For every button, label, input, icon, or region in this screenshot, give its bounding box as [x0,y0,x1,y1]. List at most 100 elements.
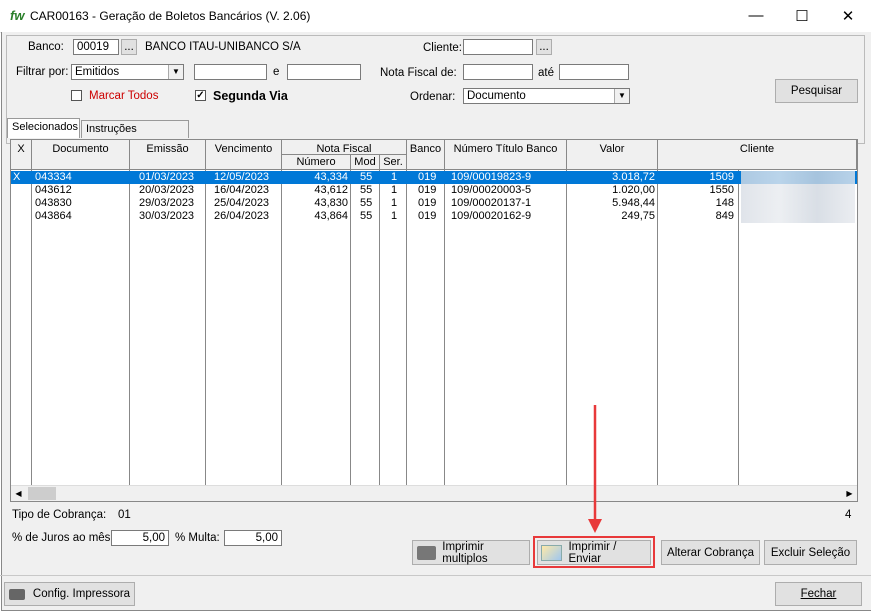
table-row[interactable]: 043864 30/03/2023 26/04/2023 43,864 55 1 019 10… [11,210,857,223]
title-bar: fw CAR00163 - Geração de Boletos Bancári… [0,0,871,33]
ate-label: até [538,67,554,79]
cell-numero: 43,864 [314,210,348,222]
cell-ser: 1 [391,210,398,222]
header-nota-fiscal[interactable]: Nota Fiscal [282,140,407,155]
header-numero[interactable]: Número [282,155,351,170]
redacted-client-name [741,184,855,197]
header-documento[interactable]: Documento [32,140,130,170]
juros-input[interactable]: 5,00 [111,530,169,546]
cell-banco: 019 [418,171,437,183]
cell-numero: 43,830 [314,197,348,209]
cell-titulo: 109/00020137-1 [451,197,532,209]
marcar-todos-checkbox[interactable] [71,90,82,101]
cell-mod: 55 [360,210,373,222]
cell-cliente: 1509 [709,171,734,183]
annotation-arrow-icon [588,405,602,533]
cell-cliente: 849 [715,210,734,222]
header-emissao[interactable]: Emissão [130,140,206,170]
boletos-table: X Documento Emissão Vencimento Nota Fisc… [10,139,858,502]
banco-code-input[interactable]: 00019 [73,39,119,55]
close-icon: ✕ [841,7,855,25]
envelope-icon [541,544,563,561]
cell-ser: 1 [391,171,398,183]
alterar-cobranca-button[interactable]: Alterar Cobrança [661,540,760,565]
chevron-down-icon: ▼ [614,89,629,103]
imprimir-multiplos-button[interactable]: Imprimir multiplos [412,540,530,565]
pesquisar-button[interactable]: Pesquisar [775,79,858,103]
header-cliente[interactable]: Cliente [658,140,857,170]
segunda-via-label[interactable]: Segunda Via [213,88,288,104]
scroll-right-icon[interactable]: ▶ [842,486,857,501]
ordenar-select[interactable]: Documento ▼ [463,88,630,104]
filtrar-de-input[interactable] [194,64,267,80]
marcar-todos-label[interactable]: Marcar Todos [89,88,158,104]
app-logo: fw [10,8,25,23]
cell-cliente: 1550 [709,184,734,196]
banco-browse-button[interactable]: ... [121,39,137,55]
footer-divider [0,575,871,576]
chevron-down-icon: ▼ [168,65,183,79]
table-row[interactable]: 043830 29/03/2023 25/04/2023 43,830 55 1 019 10… [11,197,857,210]
excluir-selecao-button[interactable]: Excluir Seleção [764,540,857,565]
cell-mod: 55 [360,171,373,183]
multa-label: % Multa: [175,532,220,544]
maximize-button[interactable]: ☐ [779,0,825,31]
cliente-input[interactable] [463,39,533,55]
cell-x [13,197,29,210]
tab-selecionados[interactable]: Selecionados [7,118,80,138]
minimize-button[interactable]: — [733,0,779,31]
nf-label: Nota Fiscal de: [380,67,457,79]
fechar-button[interactable]: Fechar [775,582,862,606]
table-row[interactable]: 043612 20/03/2023 16/04/2023 43,612 55 1 019 10… [11,184,857,197]
cell-titulo: 109/00020162-9 [451,210,532,222]
header-x[interactable]: X [11,140,32,170]
cell-banco: 019 [418,197,437,209]
filtrar-select[interactable]: Emitidos ▼ [71,64,184,80]
scroll-thumb[interactable] [28,487,56,500]
scroll-left-icon[interactable]: ◀ [11,486,26,501]
horizontal-scrollbar[interactable]: ◀ ▶ [11,485,857,501]
banco-label: Banco: [28,41,64,53]
cell-x [13,184,29,197]
cell-valor: 1.020,00 [612,184,655,196]
cliente-browse-button[interactable]: ... [536,39,552,55]
multa-input[interactable]: 5,00 [224,530,282,546]
minimize-icon: — [748,7,764,24]
imprimir-enviar-label: Imprimir / Enviar [568,540,617,565]
segunda-via-checkbox[interactable]: ✓ [195,90,206,101]
cell-cliente: 148 [715,197,734,209]
header-numero-titulo[interactable]: Número Título Banco [445,140,567,170]
cell-documento: 043612 [35,184,72,196]
header-ser[interactable]: Ser. [380,155,407,170]
tipo-cobranca-label: Tipo de Cobrança: [12,509,107,521]
tipo-cobranca-value: 01 [118,509,131,521]
header-valor[interactable]: Valor [567,140,658,170]
cell-vencimento: 26/04/2023 [214,210,270,222]
redacted-client-name [741,171,855,184]
redacted-client-name [741,210,855,223]
cell-emissao: 30/03/2023 [139,210,195,222]
cell-titulo: 109/00020003-5 [451,184,532,196]
close-button[interactable]: ✕ [825,0,871,31]
nf-de-input[interactable] [463,64,533,80]
nf-ate-input[interactable] [559,64,629,80]
filtrar-ate-input[interactable] [287,64,361,80]
cell-x [13,210,29,223]
cell-mod: 55 [360,197,373,209]
header-banco[interactable]: Banco [407,140,445,170]
cell-documento: 043864 [35,210,72,222]
table-row[interactable]: X 043334 01/03/2023 12/05/2023 43,334 55 1 019 1… [11,171,857,184]
cell-vencimento: 16/04/2023 [214,184,270,196]
cell-numero: 43,612 [314,184,348,196]
juros-label: % de Juros ao mês: [12,532,114,544]
config-impressora-button[interactable]: Config. Impressora [4,582,135,606]
cliente-label: Cliente: [423,42,462,54]
tab-instrucoes-bancarias[interactable]: Instruções Bancarias [81,120,189,152]
ordenar-value: Documento [467,90,526,102]
header-vencimento[interactable]: Vencimento [206,140,282,170]
header-mod[interactable]: Mod [351,155,380,170]
cell-x: X [13,171,21,183]
imprimir-enviar-button[interactable]: Imprimir / Enviar [537,540,651,565]
config-impressora-label: Config. Impressora [32,588,131,600]
cell-emissao: 29/03/2023 [139,197,195,209]
